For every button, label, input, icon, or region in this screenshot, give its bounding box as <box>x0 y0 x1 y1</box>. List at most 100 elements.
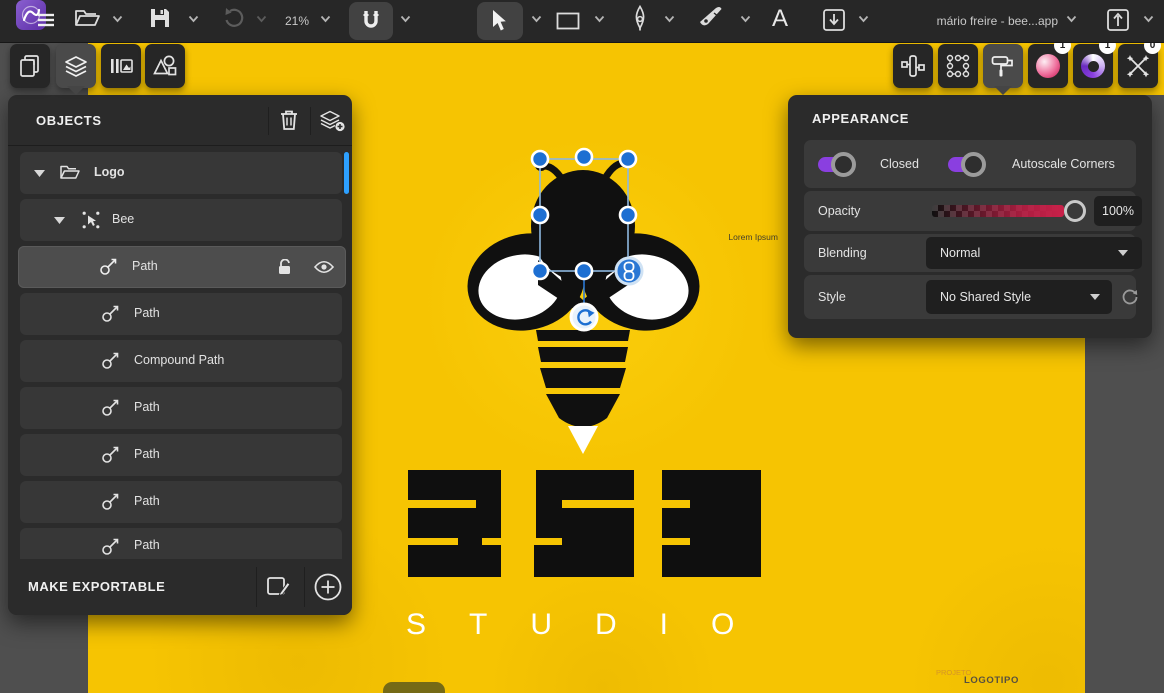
path-icon <box>100 351 120 371</box>
document-menu-chevron-icon[interactable] <box>1066 15 1077 23</box>
autoscale-corners-toggle-knob[interactable] <box>961 152 986 177</box>
layer-label: Path <box>134 306 160 320</box>
layer-row-path[interactable]: Path <box>20 387 342 429</box>
style-label: Style <box>818 290 846 304</box>
transform-panel-button[interactable] <box>893 44 933 88</box>
undo-icon[interactable] <box>222 6 246 30</box>
layer-row-path[interactable]: Path <box>20 434 342 476</box>
layer-row-path[interactable]: Path <box>20 481 342 523</box>
layer-label: Path <box>134 538 160 552</box>
fill-color-swatch-icon <box>1036 54 1060 78</box>
blending-dropdown[interactable]: Normal <box>926 237 1142 269</box>
opacity-slider-track[interactable] <box>932 205 1064 217</box>
sync-icon <box>1121 288 1139 306</box>
canvas-olive-shape[interactable] <box>383 682 445 693</box>
layers-panel-button[interactable] <box>56 44 96 88</box>
layer-selected-indicator <box>344 152 349 194</box>
hamburger-menu-icon[interactable] <box>37 13 55 27</box>
visibility-eye-icon[interactable] <box>314 260 334 274</box>
logotipo-text[interactable]: LOGOTIPO <box>964 675 1019 686</box>
opacity-label: Opacity <box>818 204 860 218</box>
appearance-panel: APPEARANCE Closed Autoscale Corners Opac… <box>788 95 1152 338</box>
fill-color-button[interactable]: 1 <box>1028 44 1068 88</box>
layer-row-logo[interactable]: Logo <box>20 152 342 194</box>
make-exportable-label: MAKE EXPORTABLE <box>28 579 165 594</box>
layer-row-bee[interactable]: Bee <box>20 199 342 241</box>
layers-panel-pointer <box>67 86 85 95</box>
bee-wordmark[interactable] <box>408 468 763 578</box>
style-sync-button[interactable] <box>1118 280 1142 314</box>
trash-icon <box>279 109 299 131</box>
assets-shapes-icon <box>152 54 178 78</box>
delete-layer-button[interactable] <box>274 105 304 135</box>
knife-tool-icon[interactable] <box>697 5 727 31</box>
objects-panel: OBJECTS Logo Bee Path <box>8 95 352 615</box>
artboards-panel-button[interactable] <box>101 44 141 88</box>
style-dropdown-caret-icon <box>1090 294 1100 300</box>
opacity-value-field[interactable]: 100% <box>1094 196 1142 226</box>
artboards-icon <box>109 55 133 77</box>
effects-panel-button[interactable]: 0 <box>1118 44 1158 88</box>
move-tool-button[interactable] <box>477 2 523 40</box>
bokeh-circle <box>908 542 1085 693</box>
text-tool-icon[interactable]: A <box>766 5 794 33</box>
knife-tool-chevron-icon[interactable] <box>740 15 751 23</box>
share-menu-chevron-icon[interactable] <box>1143 15 1154 23</box>
share-export-icon[interactable] <box>1106 8 1130 32</box>
document-name[interactable]: mário freire - bee...app <box>937 13 1058 29</box>
zoom-menu-chevron-icon[interactable] <box>320 15 331 23</box>
layer-row-path[interactable]: Path <box>20 528 342 559</box>
layer-row-path[interactable]: Path <box>20 293 342 335</box>
path-icon <box>98 257 118 277</box>
place-image-icon[interactable] <box>822 8 846 32</box>
move-tool-chevron-icon[interactable] <box>531 15 542 23</box>
unlock-icon[interactable] <box>276 259 294 275</box>
shape-tool-chevron-icon[interactable] <box>594 15 605 23</box>
studio-text[interactable]: STUDIO <box>406 608 777 642</box>
snapping-magnet-button[interactable] <box>349 2 393 40</box>
expand-caret-icon[interactable] <box>54 216 65 224</box>
pen-tool-chevron-icon[interactable] <box>664 15 675 23</box>
stroke-color-swatch-icon <box>1081 54 1105 78</box>
save-icon[interactable] <box>149 7 171 29</box>
pages-panel-button[interactable] <box>10 44 50 88</box>
assets-panel-button[interactable] <box>145 44 185 88</box>
shape-tool-icon[interactable] <box>556 12 580 30</box>
group-icon <box>82 211 100 229</box>
place-menu-chevron-icon[interactable] <box>858 15 869 23</box>
export-slice-button[interactable] <box>263 572 295 602</box>
lorem-ipsum-text[interactable]: Lorem Ipsum <box>698 232 778 242</box>
open-menu-chevron-icon[interactable] <box>112 15 123 23</box>
opacity-group: Opacity 100% <box>804 191 1136 231</box>
style-dropdown[interactable]: No Shared Style <box>926 280 1112 314</box>
node-select-icon <box>945 53 971 79</box>
layer-row-path-selected[interactable]: Path <box>18 246 346 288</box>
app-window: STUDIO Lorem Ipsum PROJETO LOGOTIPO <box>0 0 1164 693</box>
layer-row-compound-path[interactable]: Compound Path <box>20 340 342 382</box>
node-panel-button[interactable] <box>938 44 978 88</box>
blending-dropdown-caret-icon <box>1118 250 1128 256</box>
add-layer-button[interactable] <box>316 105 348 135</box>
folder-open-icon <box>60 165 80 180</box>
divider <box>310 107 311 135</box>
zoom-level-value[interactable]: 21% <box>280 13 314 29</box>
top-toolbar: 21% A mário freire - bee...app <box>0 0 1164 43</box>
snapping-menu-chevron-icon[interactable] <box>400 15 411 23</box>
stroke-color-button[interactable]: 1 <box>1073 44 1113 88</box>
appearance-panel-button[interactable] <box>983 44 1023 88</box>
opacity-slider-knob[interactable] <box>1064 200 1086 222</box>
layer-label: Path <box>134 400 160 414</box>
selection-overlay[interactable] <box>520 140 665 340</box>
undo-menu-chevron-icon[interactable] <box>256 15 267 23</box>
open-document-icon[interactable] <box>74 8 100 28</box>
paint-roller-icon <box>990 53 1016 79</box>
add-export-button[interactable] <box>312 572 344 602</box>
save-menu-chevron-icon[interactable] <box>188 15 199 23</box>
pen-tool-icon[interactable] <box>630 5 650 31</box>
path-icon <box>100 398 120 418</box>
divider <box>256 567 257 607</box>
selection-handles <box>532 149 642 330</box>
expand-caret-icon[interactable] <box>34 169 45 177</box>
effects-wands-icon <box>1125 53 1151 79</box>
closed-toggle-knob[interactable] <box>831 152 856 177</box>
